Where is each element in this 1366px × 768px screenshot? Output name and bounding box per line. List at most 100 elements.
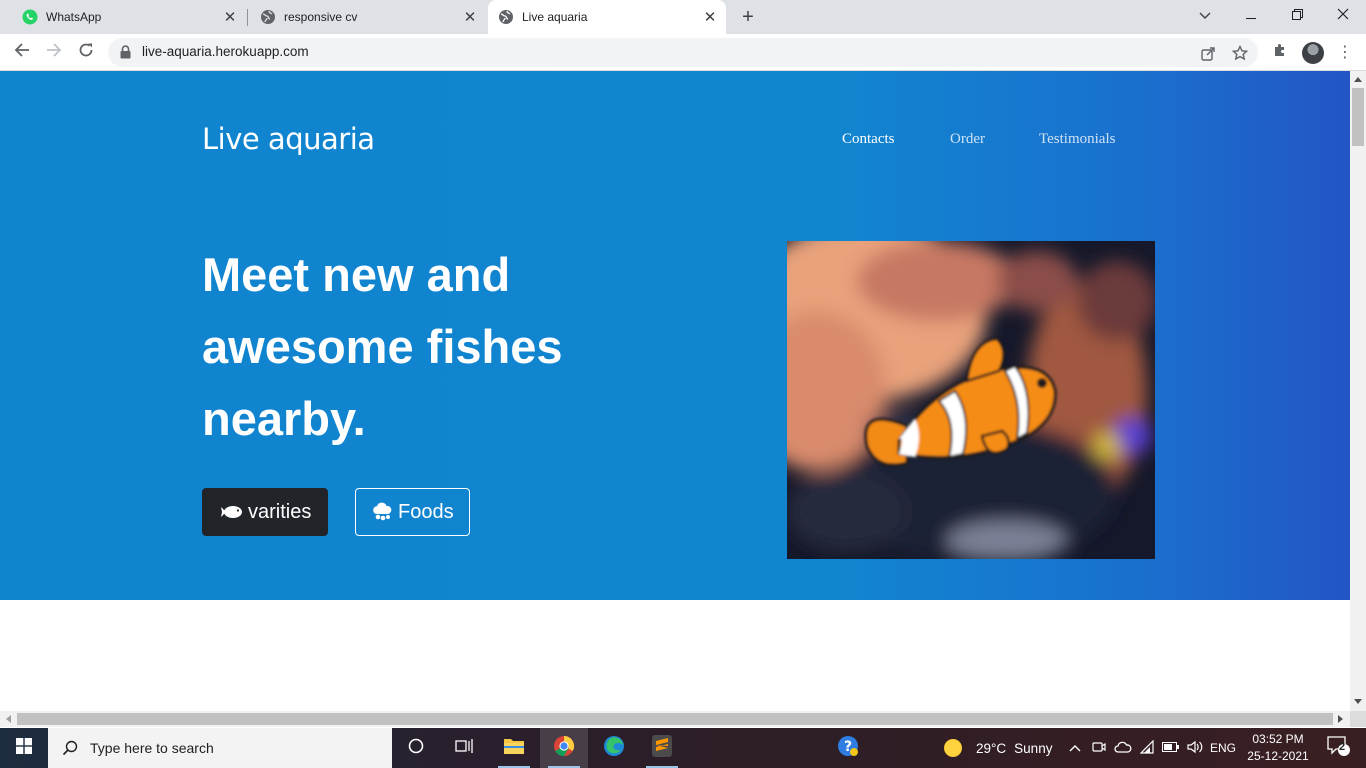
tab-title: Live aquaria <box>522 10 588 24</box>
tab-responsive-cv[interactable]: responsive cv ✕ <box>252 0 486 34</box>
back-button[interactable] <box>10 40 34 64</box>
search-placeholder: Type here to search <box>90 740 214 756</box>
restore-icon <box>1291 7 1303 23</box>
tab-live-aquaria[interactable]: Live aquaria ✕ <box>488 0 726 34</box>
scrollbar-thumb[interactable] <box>17 713 1333 725</box>
varities-button[interactable]: varities <box>202 488 328 536</box>
reload-icon <box>78 42 94 63</box>
file-explorer-button[interactable] <box>490 728 538 768</box>
menu-icon[interactable]: ⋮ <box>1337 43 1353 63</box>
star-icon[interactable] <box>1232 45 1248 61</box>
minimize-button[interactable] <box>1228 0 1274 30</box>
close-icon[interactable]: ✕ <box>702 9 718 26</box>
windows-taskbar: Type here to search ? 29°C Sunny ENG 03:… <box>0 728 1366 768</box>
chrome-icon <box>553 735 575 762</box>
cortana-button[interactable] <box>392 728 440 768</box>
varities-label: varities <box>248 500 312 523</box>
browser-toolbar: live-aquaria.herokuapp.com ⋮ <box>0 34 1366 71</box>
chevron-down-icon <box>1199 7 1211 23</box>
puzzle-icon <box>1272 42 1288 63</box>
lock-icon <box>120 45 131 64</box>
meet-now-button[interactable] <box>1090 728 1108 768</box>
edge-icon <box>603 735 625 762</box>
close-icon <box>1337 7 1349 23</box>
tab-title: responsive cv <box>284 10 358 24</box>
scrollbar-thumb[interactable] <box>1352 88 1364 146</box>
close-icon[interactable]: ✕ <box>462 9 478 26</box>
tab-strip: WhatsApp ✕ responsive cv ✕ Live aquaria … <box>0 0 1366 34</box>
help-button[interactable]: ? <box>824 728 872 768</box>
arrow-left-icon <box>14 42 30 63</box>
clock-date: 25-12-2021 <box>1247 749 1309 763</box>
search-icon <box>62 740 78 756</box>
help-icon: ? <box>837 735 859 762</box>
address-bar[interactable]: live-aquaria.herokuapp.com <box>108 38 1258 67</box>
windows-logo-icon <box>16 737 32 759</box>
task-view-icon <box>455 738 473 759</box>
system-clock[interactable]: 03:52 PM 25-12-2021 <box>1240 731 1316 765</box>
foods-button[interactable]: Foods <box>355 488 470 536</box>
globe-icon <box>498 9 514 25</box>
battery-icon <box>1162 741 1180 755</box>
battery-button[interactable] <box>1160 728 1182 768</box>
task-view-button[interactable] <box>440 728 488 768</box>
onedrive-button[interactable] <box>1112 728 1134 768</box>
globe-icon <box>260 9 276 25</box>
notification-count: 2 <box>1338 741 1346 753</box>
new-tab-button[interactable]: + <box>738 7 758 27</box>
site-brand[interactable]: Live aquaria <box>202 122 375 156</box>
tab-whatsapp[interactable]: WhatsApp ✕ <box>14 0 246 34</box>
language-indicator[interactable]: ENG <box>1206 728 1240 768</box>
scroll-down-arrow[interactable] <box>1354 699 1362 704</box>
speaker-icon <box>1187 740 1203 757</box>
network-button[interactable] <box>1138 728 1158 768</box>
nav-link-contacts[interactable]: Contacts <box>842 131 895 148</box>
wifi-icon <box>1139 739 1156 757</box>
start-button[interactable] <box>0 728 48 768</box>
hero-headline: Meet new and awesome fishes nearby. <box>202 248 563 445</box>
weather-widget[interactable]: 29°C Sunny <box>944 728 1052 768</box>
clownfish-image <box>787 241 1155 559</box>
clock-time: 03:52 PM <box>1252 732 1304 746</box>
forward-button[interactable] <box>42 40 66 64</box>
share-icon[interactable] <box>1200 45 1216 61</box>
chevron-up-icon <box>1069 741 1081 755</box>
weather-temp: 29°C <box>976 740 1007 756</box>
extensions-button[interactable] <box>1268 40 1292 64</box>
fish-icon <box>219 504 243 520</box>
foods-label: Foods <box>398 500 454 523</box>
restore-button[interactable] <box>1274 0 1320 30</box>
scrollbar-corner <box>1350 711 1366 727</box>
reload-button[interactable] <box>74 40 98 64</box>
scroll-up-arrow[interactable] <box>1354 77 1362 82</box>
taskbar-search-box[interactable]: Type here to search <box>48 728 392 768</box>
tray-overflow-button[interactable] <box>1066 728 1084 768</box>
folder-icon <box>503 737 525 760</box>
action-center-button[interactable]: 2 <box>1322 728 1356 768</box>
close-icon[interactable]: ✕ <box>222 9 238 26</box>
tab-search-button[interactable] <box>1182 0 1228 30</box>
volume-button[interactable] <box>1184 728 1206 768</box>
arrow-right-icon <box>46 42 62 63</box>
vertical-scrollbar[interactable] <box>1350 71 1366 711</box>
page-viewport: Live aquaria Contacts Order Testimonials… <box>0 71 1350 711</box>
profile-avatar[interactable] <box>1302 42 1324 64</box>
chrome-button[interactable] <box>540 728 588 768</box>
nav-link-order[interactable]: Order <box>950 131 985 148</box>
tab-separator <box>247 9 248 26</box>
edge-button[interactable] <box>590 728 638 768</box>
hero-section: Live aquaria Contacts Order Testimonials… <box>0 71 1350 600</box>
nav-link-testimonials[interactable]: Testimonials <box>1039 131 1115 148</box>
weather-condition: Sunny <box>1014 740 1053 756</box>
horizontal-scrollbar[interactable] <box>0 711 1350 727</box>
scroll-right-arrow[interactable] <box>1338 715 1343 723</box>
tab-title: WhatsApp <box>46 10 102 24</box>
close-window-button[interactable] <box>1320 0 1366 30</box>
url-text: live-aquaria.herokuapp.com <box>142 44 309 59</box>
scroll-left-arrow[interactable] <box>6 715 11 723</box>
minimize-icon <box>1246 7 1256 23</box>
camera-icon <box>1092 740 1106 757</box>
cortana-icon <box>408 738 424 759</box>
whatsapp-icon <box>22 9 38 25</box>
sublime-text-button[interactable] <box>638 728 686 768</box>
